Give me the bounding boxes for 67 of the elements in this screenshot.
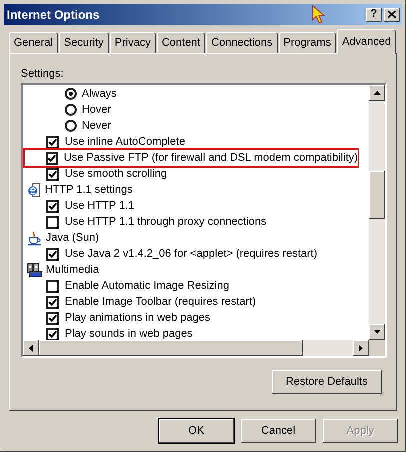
setting-label: Use smooth scrolling — [65, 166, 168, 182]
check-icon — [48, 298, 56, 306]
setting-label: Multimedia — [46, 262, 100, 278]
setting-label: Enable Automatic Image Resizing — [65, 278, 230, 294]
checkbox[interactable] — [46, 312, 59, 324]
setting-label: Use Java 2 v1.4.2_06 for <applet> (requires restart) — [65, 246, 318, 262]
right-arrow-icon — [359, 344, 363, 352]
horizontal-scroll-thumb[interactable] — [39, 340, 303, 356]
setting-label: Use HTTP 1.1 through proxy connections — [65, 214, 267, 230]
setting-label: Use Passive FTP (for firewall and DSL modem compatibility) — [64, 150, 358, 166]
scroll-thumb[interactable] — [369, 171, 385, 219]
restore-defaults-button[interactable]: Restore Defaults — [272, 370, 382, 394]
check-icon — [48, 250, 56, 258]
tab[interactable]: Advanced — [337, 29, 396, 54]
scroll-up-button[interactable] — [369, 85, 385, 101]
check-icon — [48, 314, 56, 322]
tab[interactable]: Programs — [278, 32, 336, 53]
setting-label: Play sounds in web pages — [65, 326, 193, 340]
checkbox[interactable] — [46, 216, 59, 228]
checkbox[interactable] — [46, 152, 58, 164]
setting-label: Always — [82, 86, 117, 102]
cursor-icon — [312, 5, 326, 25]
tab[interactable]: Security — [59, 32, 109, 53]
close-icon — [388, 11, 396, 18]
setting-label: Play animations in web pages — [65, 310, 211, 326]
tab[interactable]: Connections — [206, 32, 278, 53]
tab[interactable]: Content — [156, 32, 206, 53]
help-button[interactable]: ? — [366, 8, 382, 22]
multimedia-icon — [27, 262, 43, 278]
radio-button[interactable] — [65, 88, 77, 100]
scrollbar-corner — [369, 340, 385, 356]
cup-icon — [27, 230, 43, 246]
dialog-button[interactable]: OK — [159, 419, 234, 443]
setting-label: Use HTTP 1.1 — [65, 198, 134, 214]
up-arrow-icon — [374, 91, 380, 95]
setting-label: Enable Image Toolbar (requires restart) — [65, 294, 256, 310]
radio-button[interactable] — [65, 104, 77, 116]
settings-label: Settings: — [21, 67, 65, 80]
check-icon — [48, 154, 56, 162]
scroll-left-button[interactable] — [23, 340, 39, 356]
checkbox[interactable] — [46, 200, 59, 212]
radio-button[interactable] — [65, 120, 77, 132]
check-icon — [48, 202, 56, 210]
window-title: Internet Options — [7, 6, 100, 24]
document-icon — [27, 182, 42, 198]
tab[interactable]: General — [9, 32, 58, 53]
check-icon — [48, 330, 56, 338]
setting-label: Java (Sun) — [46, 230, 100, 246]
close-button[interactable] — [384, 8, 400, 22]
dialog-button[interactable]: Cancel — [241, 419, 316, 443]
check-icon — [48, 138, 56, 146]
checkbox[interactable] — [46, 296, 59, 308]
checkbox[interactable] — [46, 168, 59, 180]
setting-label: Never — [82, 118, 112, 134]
tab[interactable]: Privacy — [110, 32, 156, 53]
scroll-right-button[interactable] — [353, 340, 369, 356]
scroll-down-button[interactable] — [369, 324, 385, 340]
setting-label: Use inline AutoComplete — [65, 134, 186, 150]
checkbox[interactable] — [46, 136, 59, 148]
check-icon — [48, 170, 56, 178]
setting-label: Hover — [82, 102, 112, 118]
checkbox[interactable] — [46, 280, 59, 292]
down-arrow-icon — [374, 330, 380, 334]
setting-label: HTTP 1.1 settings — [45, 182, 133, 198]
left-arrow-icon — [29, 344, 33, 352]
checkbox[interactable] — [46, 248, 59, 260]
checkbox[interactable] — [46, 328, 59, 340]
